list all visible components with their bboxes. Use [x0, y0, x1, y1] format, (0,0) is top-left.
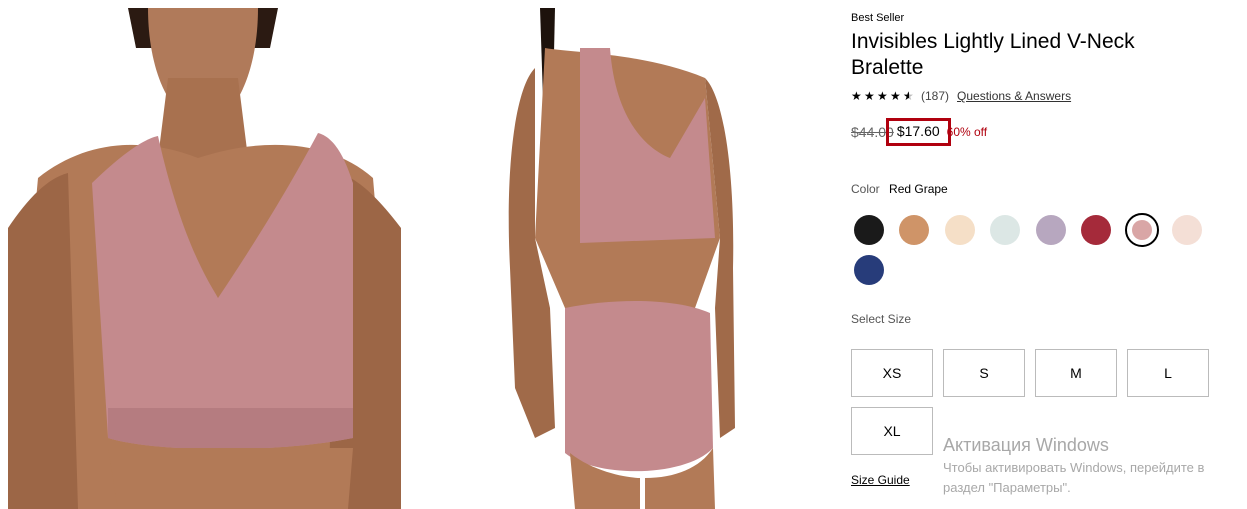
swatch-red[interactable] — [1081, 215, 1111, 245]
size-guide-link[interactable]: Size Guide — [851, 473, 910, 487]
windows-activation-watermark: Активация Windows Чтобы активировать Win… — [943, 435, 1247, 498]
questions-answers-link[interactable]: Questions & Answers — [957, 89, 1071, 103]
color-label: Color — [851, 182, 880, 196]
star-icon: ★ — [890, 89, 901, 103]
swatch-red-grape-dot — [1132, 220, 1152, 240]
swatch-tan[interactable] — [899, 215, 929, 245]
swatch-black[interactable] — [854, 215, 884, 245]
swatch-lavender[interactable] — [1036, 215, 1066, 245]
swatch-navy[interactable] — [854, 255, 884, 285]
watermark-text: Чтобы активировать Windows, перейдите в … — [943, 460, 1205, 495]
product-image-front[interactable] — [8, 8, 401, 509]
rating-row: ★ ★ ★ ★ ★ (187) Questions & Answers — [851, 89, 1071, 103]
select-size-label: Select Size — [851, 312, 912, 326]
size-button-m[interactable]: M — [1035, 349, 1117, 397]
product-title: Invisibles Lightly Lined V-Neck Bralette — [851, 30, 1135, 79]
size-button-l[interactable]: L — [1127, 349, 1209, 397]
product-info-panel: Best Seller Invisibles Lightly Lined V-N… — [851, 0, 1247, 509]
sale-price: $17.60 — [885, 118, 951, 146]
size-button-xl[interactable]: XL — [851, 407, 933, 455]
price-row: $44.00 $17.60 60% off — [851, 118, 987, 146]
star-icon: ★ — [851, 89, 862, 103]
star-rating: ★ ★ ★ ★ ★ — [851, 89, 915, 103]
swatch-pale-mint[interactable] — [990, 215, 1020, 245]
swatch-red-grape[interactable] — [1125, 213, 1159, 247]
best-seller-badge: Best Seller — [851, 12, 905, 24]
size-button-s[interactable]: S — [943, 349, 1025, 397]
swatch-cream[interactable] — [945, 215, 975, 245]
review-count[interactable]: (187) — [921, 89, 949, 103]
color-row: Color Red Grape — [851, 182, 948, 196]
selected-color: Red Grape — [889, 182, 948, 196]
size-button-xs[interactable]: XS — [851, 349, 933, 397]
watermark-title: Активация Windows — [943, 435, 1109, 455]
discount-label: 60% off — [946, 125, 988, 139]
half-star-icon: ★ — [903, 89, 915, 103]
product-image-back[interactable] — [415, 8, 808, 509]
star-icon: ★ — [877, 89, 888, 103]
swatch-blush[interactable] — [1172, 215, 1202, 245]
star-icon: ★ — [864, 89, 875, 103]
